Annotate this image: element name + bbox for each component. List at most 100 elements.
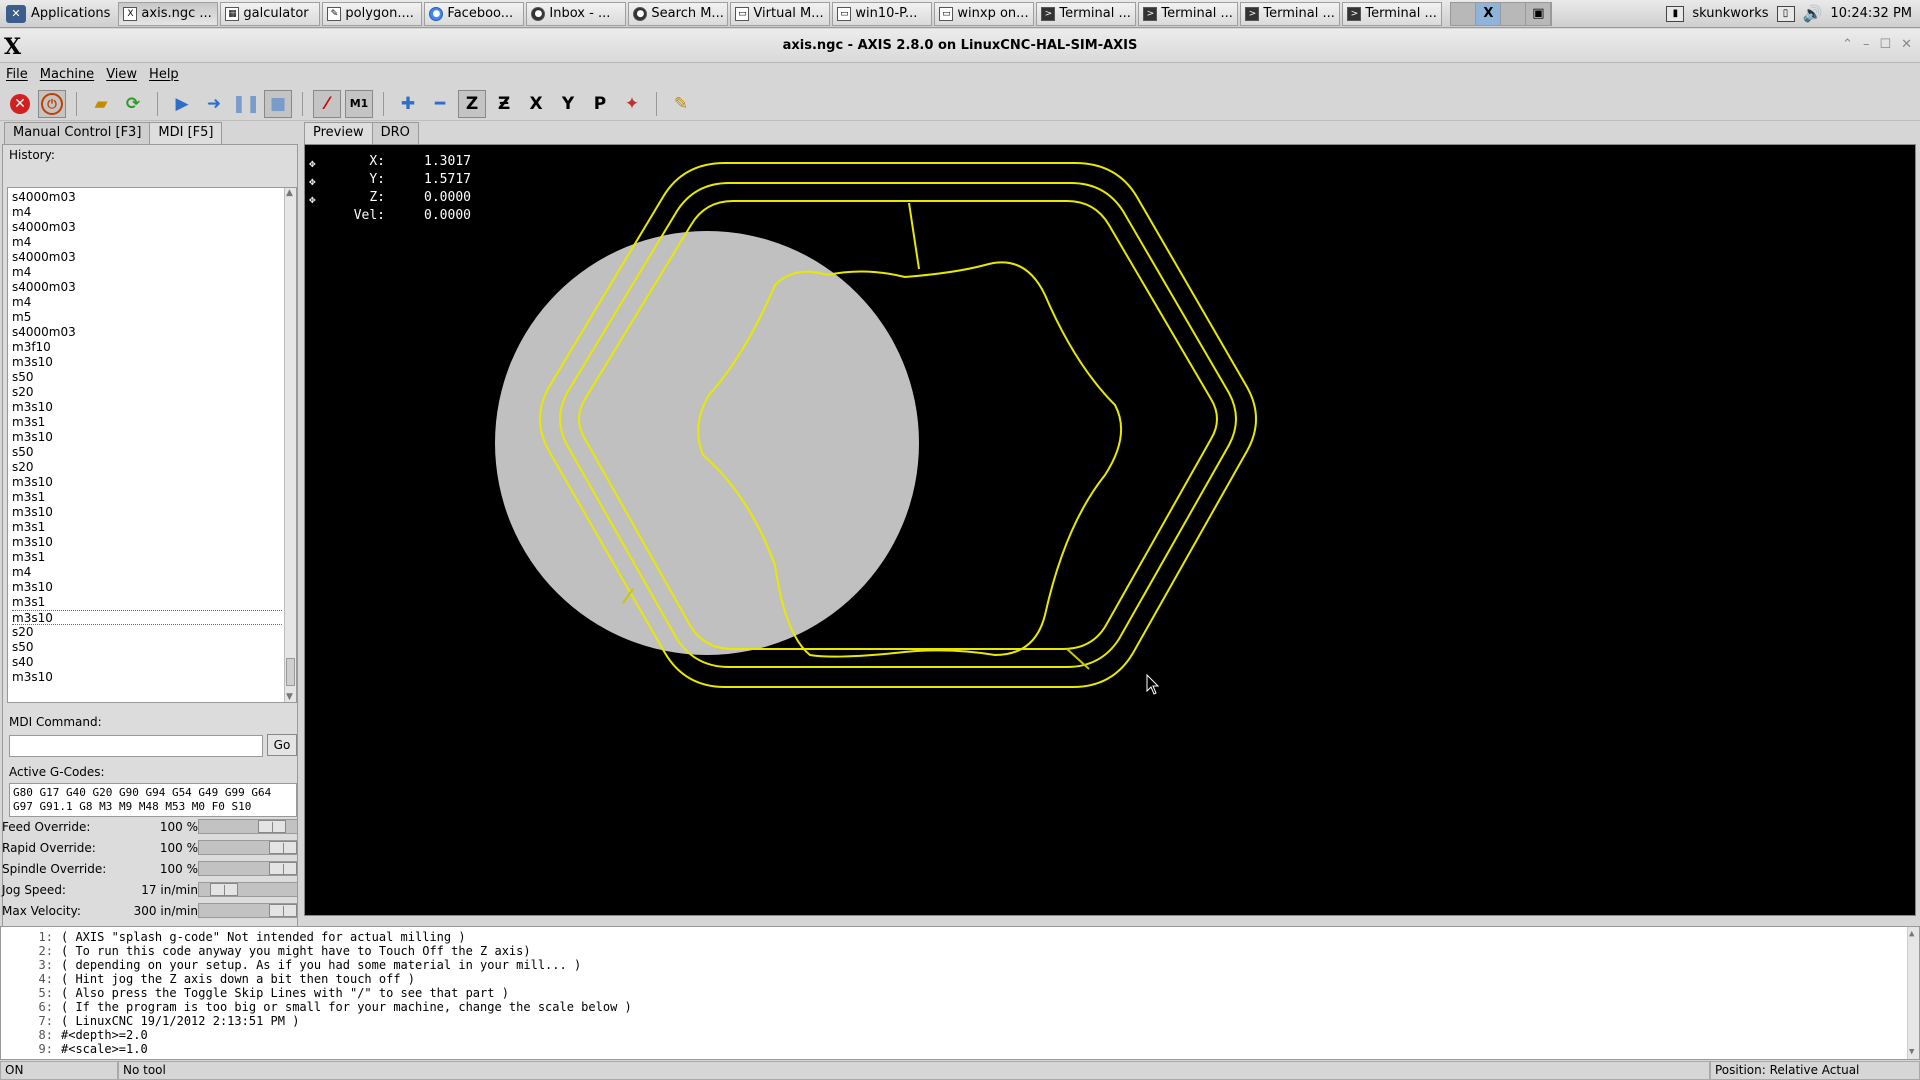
toolpath-preview[interactable]: ✥ X: 1.3017 ✥ Y: 1.5717 ✥ Z: 0.0000 Vel: 0.0000	[304, 144, 1916, 916]
workspace-switcher[interactable]: X ▣	[1450, 1, 1553, 26]
taskbar-item[interactable]: ● Faceboo...	[424, 1, 525, 26]
window-minimize-icon[interactable]: –	[1863, 37, 1870, 52]
scroll-down-arrow-icon[interactable]: ▼	[286, 692, 293, 702]
zoom-in-icon[interactable]: ✚	[394, 90, 422, 118]
open-icon[interactable]: ▰	[87, 90, 115, 118]
history-item[interactable]: s4000m03	[12, 220, 282, 235]
history-item[interactable]: s50	[12, 640, 282, 655]
step-icon[interactable]: ➜	[200, 90, 228, 118]
taskbar-item[interactable]: ● Search M...	[628, 1, 729, 26]
gcode-listing[interactable]: 1: ( AXIS "splash g-code" Not intended fo…	[0, 926, 1920, 1060]
slider-knob[interactable]	[210, 883, 238, 896]
history-item[interactable]: s20	[12, 460, 282, 475]
history-item[interactable]: m3s10	[12, 670, 282, 685]
workspace-4[interactable]: ▣	[1526, 2, 1552, 25]
zoom-out-icon[interactable]: ━	[426, 90, 454, 118]
tab-preview[interactable]: Preview	[304, 122, 373, 144]
history-item[interactable]: m3s1	[12, 550, 282, 565]
scroll-up-arrow-icon[interactable]: ▲	[1909, 927, 1914, 941]
view-z-icon[interactable]: Z	[458, 89, 486, 118]
history-scrollbar[interactable]: ▲ ▼	[284, 188, 296, 702]
gcode-line[interactable]: 2: ( To run this code anyway you might ha…	[1, 944, 1919, 958]
gcode-line[interactable]: 3: ( depending on your setup. As if you h…	[1, 958, 1919, 972]
clear-plot-icon[interactable]: ✎	[667, 90, 695, 118]
taskbar-item[interactable]: ✎ polygon....	[322, 1, 423, 26]
taskbar-item[interactable]: ▭ Virtual M...	[730, 1, 831, 26]
gcode-line[interactable]: 1: ( AXIS "splash g-code" Not intended fo…	[1, 930, 1919, 944]
clock[interactable]: 10:24:32 PM	[1830, 6, 1912, 21]
gcode-line[interactable]: 4: ( Hint jog the Z axis down a bit then …	[1, 972, 1919, 986]
gcode-line[interactable]: 6: ( If the program is too big or small f…	[1, 1000, 1919, 1014]
gcode-line[interactable]: 7: ( LinuxCNC 19/1/2012 2:13:51 PM )	[1, 1014, 1919, 1028]
battery-icon[interactable]: ▯	[1776, 5, 1795, 22]
taskbar-item[interactable]: > Terminal ...	[1036, 1, 1137, 26]
history-item[interactable]: m3s10	[12, 430, 282, 445]
history-item[interactable]: s20	[12, 385, 282, 400]
menu-view[interactable]: View	[106, 67, 137, 82]
override-slider[interactable]	[198, 840, 298, 855]
override-slider[interactable]	[198, 861, 298, 876]
toolpath-canvas[interactable]	[305, 145, 1916, 916]
history-list[interactable]: s4000m03 m4 s4000m03 m4 s4000m03 m4 s4000m03 m4…	[7, 187, 297, 703]
history-item[interactable]: s4000m03	[12, 280, 282, 295]
slider-knob[interactable]	[258, 820, 286, 833]
gcode-line[interactable]: 8: #<depth>=2.0	[1, 1028, 1919, 1042]
history-item[interactable]: s4000m03	[12, 325, 282, 340]
scroll-down-arrow-icon[interactable]: ▼	[1909, 1045, 1914, 1059]
history-item[interactable]: m3s10	[12, 475, 282, 490]
power-icon[interactable]: ⏻	[38, 89, 66, 118]
history-item[interactable]: s4000m03	[12, 190, 282, 205]
menu-machine[interactable]: Machine	[40, 67, 94, 82]
taskbar-item[interactable]: Xaxis.ngc ...	[118, 1, 219, 26]
slider-knob[interactable]	[269, 904, 297, 917]
network-monitor-icon[interactable]: ▮	[1666, 5, 1685, 22]
taskbar-item[interactable]: > Terminal ...	[1240, 1, 1341, 26]
workspace-1[interactable]	[1451, 2, 1477, 25]
history-item[interactable]: m3s10	[12, 505, 282, 520]
taskbar-item[interactable]: > Terminal ...	[1138, 1, 1239, 26]
scroll-up-arrow-icon[interactable]: ▲	[286, 188, 293, 198]
gcode-line[interactable]: 5: ( Also press the Toggle Skip Lines wit…	[1, 986, 1919, 1000]
active-gcodes-text[interactable]: G80 G17 G40 G20 G90 G94 G54 G49 G99 G64 G…	[9, 783, 297, 817]
tab-mdi[interactable]: MDI [F5]	[149, 122, 223, 144]
workspace-3[interactable]	[1501, 2, 1527, 25]
view-p-icon[interactable]: P	[586, 90, 614, 118]
gcode-line[interactable]: 9: #<scale>=1.0	[1, 1042, 1919, 1056]
pause-icon[interactable]: ❚❚	[232, 90, 261, 118]
reload-icon[interactable]: ⟳	[119, 90, 147, 118]
history-item[interactable]: s50	[12, 445, 282, 460]
view-x-icon[interactable]: X	[522, 90, 550, 118]
go-button[interactable]: Go	[267, 734, 297, 756]
taskbar-item[interactable]: ▭ win10-P...	[832, 1, 933, 26]
taskbar-item[interactable]: ● Inbox - ...	[526, 1, 627, 26]
tab-dro[interactable]: DRO	[371, 122, 419, 144]
history-item[interactable]: m3f10	[12, 340, 282, 355]
override-slider[interactable]	[198, 903, 298, 918]
applications-menu-button[interactable]: ✕ Applications	[0, 1, 116, 27]
override-slider[interactable]	[198, 882, 298, 897]
run-icon[interactable]: ▶	[168, 90, 196, 118]
stop-icon[interactable]: ■	[264, 89, 292, 118]
optional-stop-icon[interactable]: M1	[345, 89, 373, 118]
history-item[interactable]: m3s1	[12, 490, 282, 505]
workspace-2[interactable]: X	[1476, 2, 1502, 25]
listing-scrollbar[interactable]: ▲ ▼	[1907, 927, 1919, 1059]
history-item[interactable]: s4000m03	[12, 250, 282, 265]
taskbar-item[interactable]: > Terminal ...	[1342, 1, 1443, 26]
history-item[interactable]: s20	[12, 625, 282, 640]
history-scroll-thumb[interactable]	[286, 658, 295, 686]
volume-icon[interactable]: 🔊	[1803, 4, 1823, 23]
history-item[interactable]: m3s10	[12, 535, 282, 550]
user-name[interactable]: skunkworks	[1692, 6, 1768, 21]
history-item[interactable]: m3s1	[12, 415, 282, 430]
history-item[interactable]: m5	[12, 310, 282, 325]
window-titlebar[interactable]: X axis.ngc - AXIS 2.8.0 on LinuxCNC-HAL-…	[0, 29, 1920, 63]
view-y-icon[interactable]: Y	[554, 90, 582, 118]
history-item[interactable]: s40	[12, 655, 282, 670]
history-item[interactable]: m3s10	[12, 580, 282, 595]
history-item[interactable]: m4	[12, 235, 282, 250]
slider-knob[interactable]	[269, 862, 297, 875]
taskbar-item[interactable]: ▦ galculator	[220, 1, 321, 26]
tab-manual-control[interactable]: Manual Control [F3]	[4, 122, 151, 144]
history-item[interactable]: m3s1	[12, 595, 282, 610]
